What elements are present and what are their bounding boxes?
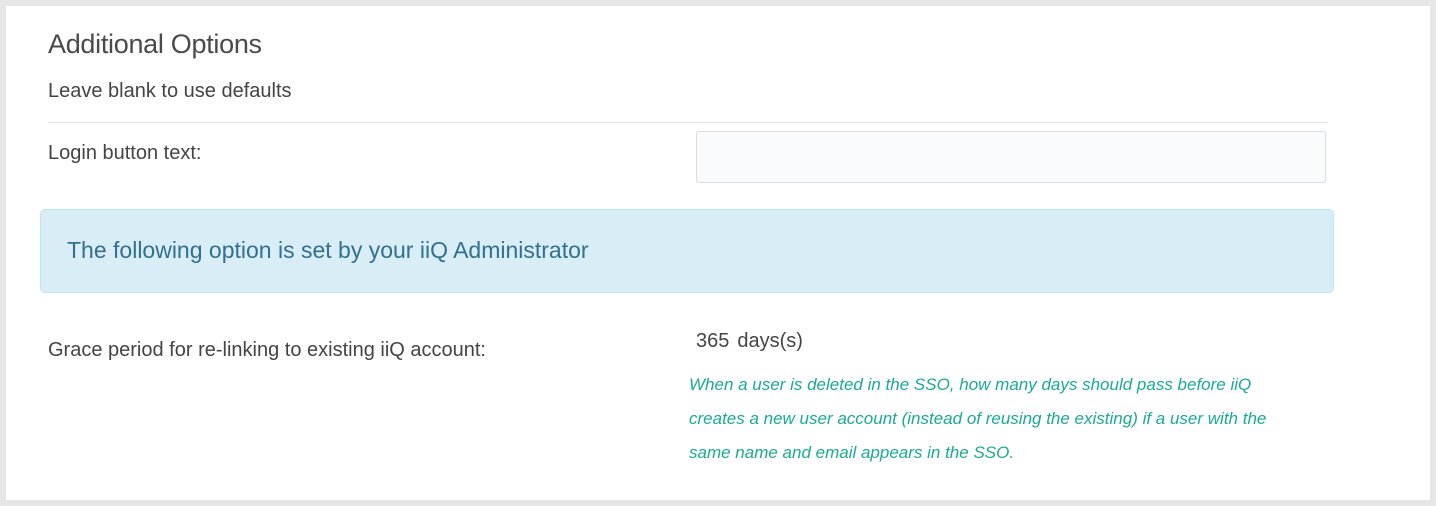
login-button-text-label: Login button text: [48,142,202,164]
admin-notice-box: The following option is set by your iiQ … [40,209,1334,293]
login-button-text-input[interactable] [696,131,1326,183]
grace-period-label: Grace period for re-linking to existing … [48,339,486,361]
section-divider [48,122,1328,123]
admin-notice-text: The following option is set by your iiQ … [67,237,589,263]
grace-period-help-text: When a user is deleted in the SSO, how m… [689,375,1267,462]
grace-period-value: 365 days(s) [696,330,803,353]
section-title: Additional Options [48,29,262,59]
grace-period-unit: days(s) [737,330,803,352]
additional-options-panel: Additional Options Leave blank to use de… [6,6,1430,500]
section-subtitle: Leave blank to use defaults [48,80,292,102]
grace-period-number: 365 [696,330,730,352]
